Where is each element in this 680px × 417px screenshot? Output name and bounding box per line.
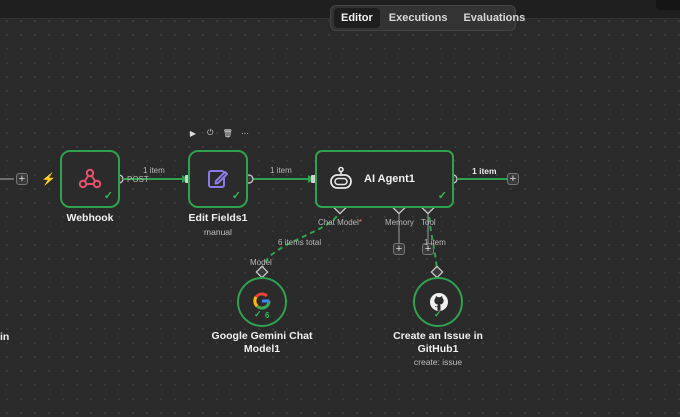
success-check-icon: ✓: [434, 309, 442, 319]
gemini-node[interactable]: ✓ 6: [237, 277, 287, 327]
power-icon[interactable]: ⏻: [204, 128, 216, 138]
chat-model-port-label: Chat Model*: [318, 218, 363, 227]
success-check-icon: ✓: [437, 190, 447, 202]
edit-fields-node[interactable]: ✓: [188, 150, 248, 208]
gemini-label-line1: Google Gemini Chat: [211, 330, 313, 342]
github-label-line2: GitHub1: [417, 343, 459, 355]
github-label-line1: Create an Issue in: [393, 330, 483, 342]
play-icon[interactable]: ▶: [187, 129, 199, 138]
github-label: Create an Issue in GitHub1: [383, 330, 493, 356]
edge-item-count: 1 item: [143, 166, 165, 175]
tool-port-label: Tool: [421, 218, 436, 227]
add-after-agent-button[interactable]: +: [507, 173, 519, 185]
edit-icon: [208, 170, 228, 188]
webhook-label: Webhook: [66, 212, 114, 224]
robot-icon: [330, 166, 352, 189]
github-node[interactable]: ✓: [413, 277, 463, 327]
success-check-icon: ✓: [254, 309, 262, 319]
add-memory-button[interactable]: +: [393, 243, 405, 255]
edit-fields-label: Edit Fields1: [188, 212, 248, 224]
trash-icon[interactable]: 🗑: [222, 129, 234, 138]
ai-agent-label: AI Agent1: [364, 173, 415, 185]
github-item-count: 1 item: [424, 238, 446, 247]
edit-fields-sublabel: manual: [204, 227, 232, 237]
success-check-icon: ✓: [231, 190, 241, 202]
run-count-badge: 6: [265, 311, 270, 320]
more-icon[interactable]: ···: [239, 129, 251, 138]
edge-item-count: 1 item: [270, 166, 292, 175]
gemini-label: Google Gemini Chat Model1: [202, 330, 322, 356]
agent-output-count: 1 item: [472, 166, 497, 176]
gemini-label-line2: Model1: [243, 343, 281, 355]
gemini-port-label: Model: [250, 258, 272, 267]
github-sublabel: create: issue: [413, 357, 463, 367]
webhook-output-label: POST: [127, 175, 149, 184]
ai-agent-node[interactable]: AI Agent1 ✓: [315, 150, 454, 208]
connections: [0, 174, 507, 279]
offscreen-node-label: in: [0, 331, 10, 343]
gemini-item-count: 6 items total: [278, 238, 322, 247]
webhook-icon: [78, 168, 102, 189]
success-check-icon: ✓: [103, 190, 113, 202]
github-port[interactable]: [430, 265, 444, 279]
node-toolbar: ▶ ⏻ 🗑 ···: [187, 127, 251, 139]
trigger-bolt-icon: ⚡: [41, 172, 56, 186]
memory-port-label: Memory: [385, 218, 414, 227]
google-icon: [253, 292, 271, 310]
add-node-button[interactable]: +: [16, 173, 28, 185]
webhook-node[interactable]: ✓: [60, 150, 120, 208]
gemini-port[interactable]: [255, 265, 269, 279]
